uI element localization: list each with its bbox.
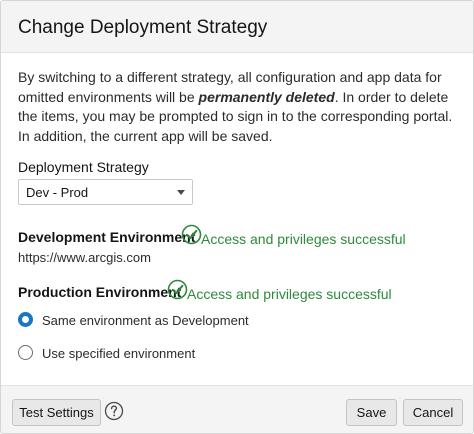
radio-same-environment-label[interactable]: Same environment as Development — [42, 313, 249, 328]
radio-specified-environment[interactable] — [18, 345, 33, 360]
radio-same-environment[interactable] — [18, 312, 33, 327]
development-url: https://www.arcgis.com — [18, 250, 151, 265]
cancel-button[interactable]: Cancel — [403, 399, 463, 426]
check-circle-icon — [167, 279, 188, 300]
test-settings-button[interactable]: Test Settings — [12, 399, 101, 426]
production-environment-title: Production Environment — [18, 284, 182, 300]
dialog-description: By switching to a different strategy, al… — [18, 68, 458, 146]
development-environment-title: Development Environment — [18, 229, 196, 245]
radio-specified-environment-label[interactable]: Use specified environment — [42, 346, 195, 361]
deployment-strategy-value: Dev - Prod — [26, 185, 89, 200]
chevron-down-icon — [177, 190, 185, 195]
change-deployment-dialog: Change Deployment Strategy By switching … — [0, 0, 474, 434]
help-circle-icon[interactable] — [104, 401, 124, 421]
deployment-strategy-label: Deployment Strategy — [18, 159, 149, 175]
deployment-strategy-select[interactable]: Dev - Prod — [18, 179, 193, 205]
development-status-text: Access and privileges successful — [201, 231, 406, 247]
production-status-text: Access and privileges successful — [187, 286, 392, 302]
description-emphasis: permanently deleted — [198, 88, 335, 105]
check-circle-icon — [181, 224, 202, 245]
dialog-header: Change Deployment Strategy — [1, 1, 473, 53]
save-button[interactable]: Save — [346, 399, 397, 426]
dialog-footer: Test Settings Save Cancel — [1, 385, 473, 433]
dialog-title: Change Deployment Strategy — [18, 17, 268, 38]
